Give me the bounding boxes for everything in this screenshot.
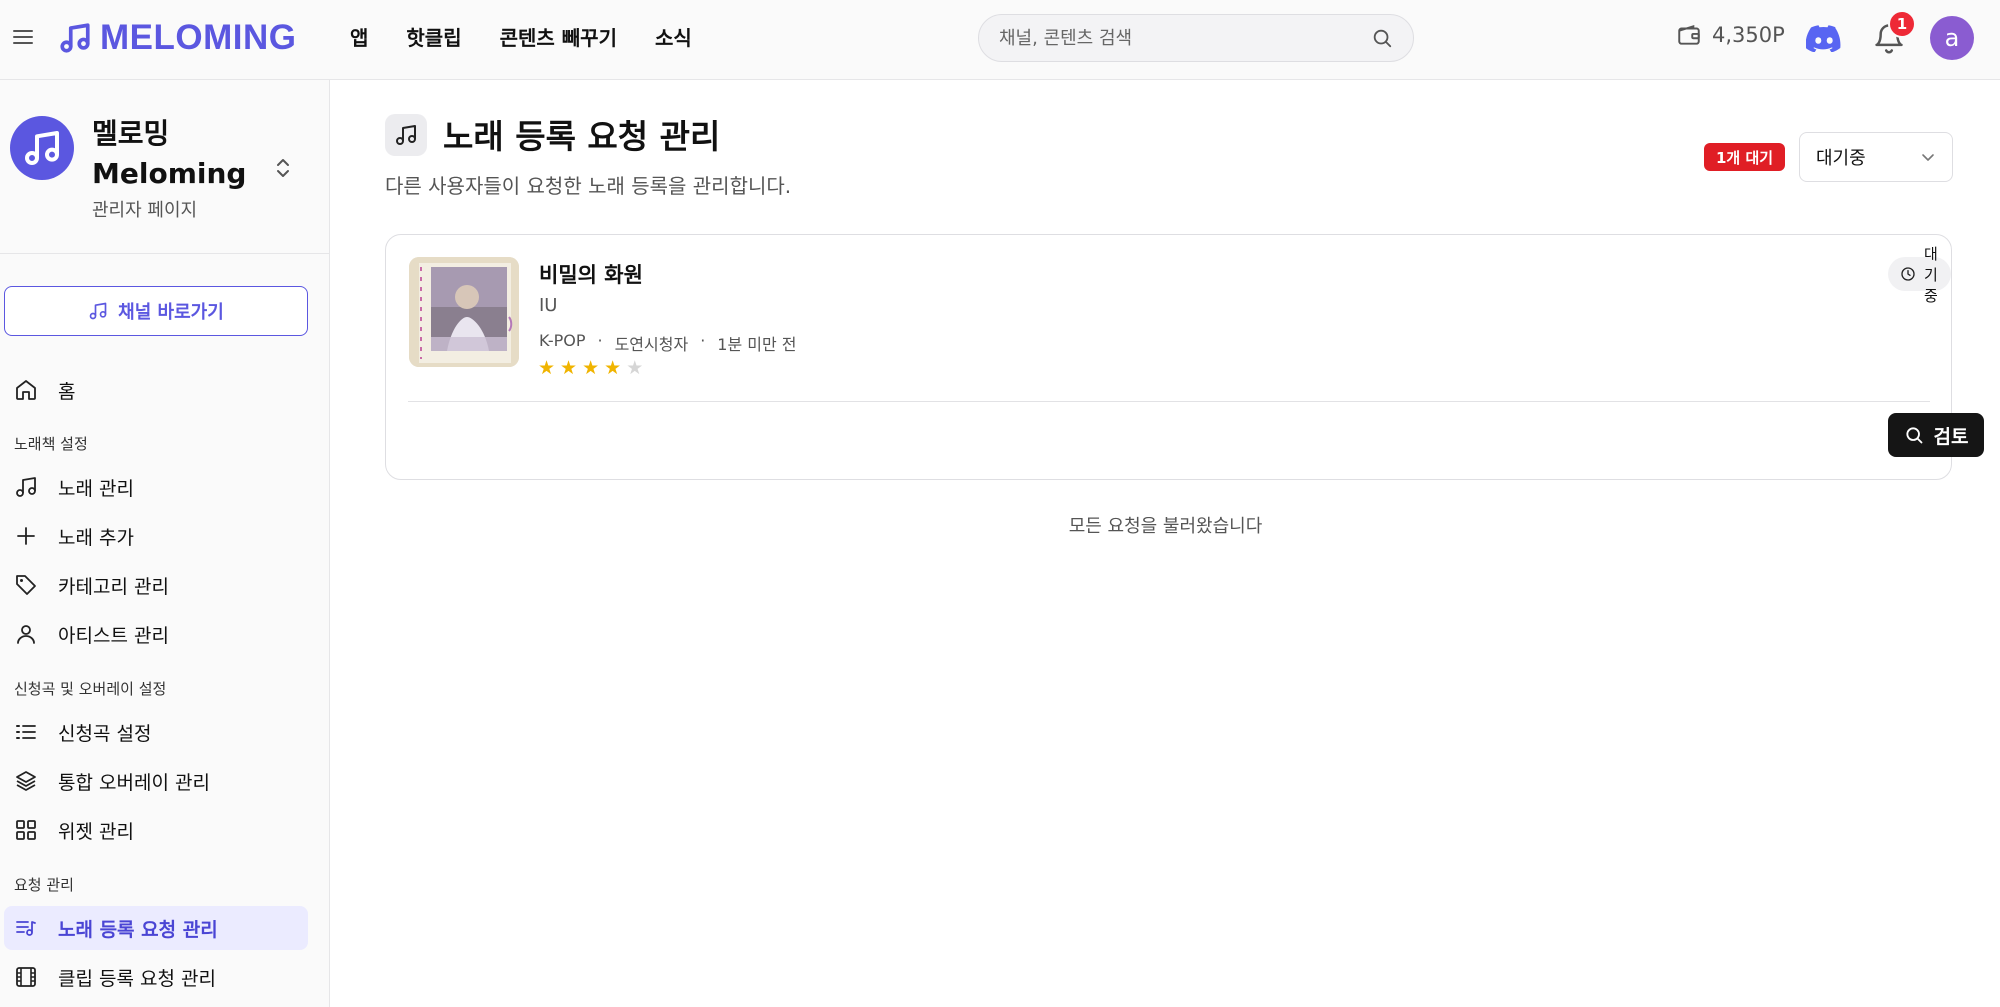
music-note-icon: [58, 21, 92, 55]
channel-shortcut-label: 채널 바로가기: [118, 302, 224, 323]
nav-news[interactable]: 소식: [655, 22, 692, 51]
search-input[interactable]: [999, 27, 1371, 49]
rating-stars: ★ ★ ★ ★ ★: [538, 357, 643, 379]
list-icon: [14, 720, 38, 744]
main-content: 노래 등록 요청 관리 다른 사용자들이 요청한 노래 등록을 관리합니다. 1…: [331, 80, 2000, 1007]
page-description: 다른 사용자들이 요청한 노래 등록을 관리합니다.: [385, 174, 792, 198]
sidebar-item-request-settings[interactable]: 신청곡 설정: [4, 710, 308, 754]
card-divider: [408, 401, 1930, 402]
pending-count-badge: 1개 대기: [1704, 143, 1786, 171]
request-card: 비밀의 화원 IU K-POP · 도연시청자 · 1분 미만 전 ★ ★ ★ ★ ★ …: [385, 234, 1984, 480]
sidebar-item-label: 위젯 관리: [58, 820, 134, 843]
channel-shortcut-button[interactable]: 채널 바로가기: [4, 286, 308, 336]
search-icon[interactable]: [1371, 27, 1393, 49]
review-button[interactable]: 검토: [1888, 413, 1984, 457]
brand-name-ko: 멜로밍: [92, 117, 170, 150]
sidebar-item-clip-request-manage[interactable]: 클립 등록 요청 관리: [4, 955, 308, 999]
nav-content[interactable]: 콘텐츠 빼꾸기: [500, 22, 617, 51]
star-filled-icon: ★: [538, 357, 556, 379]
star-filled-icon: ★: [604, 357, 622, 379]
song-meta: K-POP · 도연시청자 · 1분 미만 전: [539, 331, 797, 355]
list-music-icon: [14, 916, 38, 940]
section-songbook: 노래책 설정: [14, 435, 88, 453]
star-filled-icon: ★: [560, 357, 578, 379]
plus-icon: [14, 524, 38, 548]
layers-icon: [14, 769, 38, 793]
top-bar: MELOMING 앱 핫클립 콘텐츠 빼꾸기 소식 4,350P 1 a: [0, 0, 2000, 80]
brand-logo: [10, 116, 74, 180]
search-icon: [1904, 425, 1924, 445]
sidebar: 멜로밍 Meloming 관리자 페이지 채널 바로가기 홈 노래책 설정 노래…: [0, 80, 330, 1007]
sidebar-item-label: 통합 오버레이 관리: [58, 771, 210, 794]
song-title: 비밀의 화원: [539, 263, 643, 287]
sidebar-item-label: 카테고리 관리: [58, 575, 169, 598]
sidebar-item-label: 노래 관리: [58, 477, 134, 500]
sidebar-item-label: 아티스트 관리: [58, 624, 169, 647]
nav-hotclip[interactable]: 핫클립: [406, 22, 461, 51]
star-filled-icon: ★: [582, 357, 600, 379]
sidebar-item-song-manage[interactable]: 노래 관리: [4, 465, 308, 509]
brand-name-en: Meloming: [92, 157, 247, 190]
sidebar-item-overlay-manage[interactable]: 통합 오버레이 관리: [4, 759, 308, 803]
status-badge-label: 대기중: [1924, 244, 1938, 305]
grid-icon: [14, 818, 38, 842]
section-requests: 요청 관리: [14, 876, 74, 894]
star-empty-icon: ★: [626, 357, 644, 379]
sidebar-item-label: 클립 등록 요청 관리: [58, 967, 216, 990]
sidebar-item-label: 노래 등록 요청 관리: [58, 918, 218, 941]
brand-subtitle: 관리자 페이지: [92, 200, 198, 221]
status-filter-select[interactable]: 대기중: [1799, 132, 1953, 182]
request-time: 1분 미만 전: [717, 335, 797, 354]
logo[interactable]: MELOMING: [58, 14, 296, 62]
sidebar-item-artist-manage[interactable]: 아티스트 관리: [4, 612, 308, 656]
brand-text: 멜로밍 Meloming 관리자 페이지: [92, 114, 252, 222]
menu-icon[interactable]: [12, 26, 34, 48]
avatar[interactable]: a: [1930, 16, 1974, 60]
sidebar-item-song-request-manage[interactable]: 노래 등록 요청 관리: [4, 906, 308, 950]
meta-separator: ·: [597, 331, 603, 350]
chevron-up-down-icon[interactable]: [274, 156, 298, 180]
points-value: 4,350P: [1712, 23, 1785, 47]
top-nav: 앱 핫클립 콘텐츠 빼꾸기 소식: [350, 22, 692, 51]
song-genre: K-POP: [539, 331, 586, 350]
film-icon: [14, 965, 38, 989]
sidebar-divider: [0, 253, 329, 254]
review-button-label: 검토: [1933, 425, 1969, 448]
requester-name: 도연시청자: [614, 335, 689, 354]
nav-app[interactable]: 앱: [350, 22, 368, 51]
channel-brand: [10, 116, 74, 180]
wallet-icon: [1676, 22, 1702, 48]
user-icon: [14, 622, 38, 646]
discord-icon[interactable]: [1806, 24, 1842, 52]
logo-text: MELOMING: [100, 18, 297, 57]
home-icon: [14, 378, 38, 402]
sidebar-item-category-manage[interactable]: 카테고리 관리: [4, 563, 308, 607]
music-note-icon: [14, 475, 38, 499]
song-artist: IU: [539, 295, 558, 316]
all-loaded-message: 모든 요청을 불러왔습니다: [1068, 516, 1263, 537]
sidebar-item-widget-manage[interactable]: 위젯 관리: [4, 808, 308, 852]
meta-separator: ·: [700, 331, 706, 350]
sidebar-item-label: 홈: [58, 380, 76, 403]
status-filter-value: 대기중: [1816, 148, 1866, 169]
music-note-icon: [385, 114, 427, 156]
album-cover: [409, 257, 519, 367]
search-bar: [978, 14, 1414, 62]
page-title: 노래 등록 요청 관리: [443, 117, 721, 156]
section-request-overlay: 신청곡 및 오버레이 설정: [14, 680, 167, 698]
sidebar-item-label: 노래 추가: [58, 526, 134, 549]
status-badge: 대기중: [1888, 245, 1951, 305]
sidebar-item-song-add[interactable]: 노래 추가: [4, 514, 308, 558]
sidebar-item-label: 신청곡 설정: [58, 722, 152, 745]
tag-icon: [14, 573, 38, 597]
music-note-icon: [88, 301, 108, 321]
chevron-down-icon: [1920, 149, 1936, 165]
notification-badge: 1: [1888, 10, 1916, 38]
clock-icon: [1900, 266, 1916, 282]
sidebar-item-home[interactable]: 홈: [4, 368, 308, 412]
points-display[interactable]: 4,350P: [1676, 22, 1785, 48]
